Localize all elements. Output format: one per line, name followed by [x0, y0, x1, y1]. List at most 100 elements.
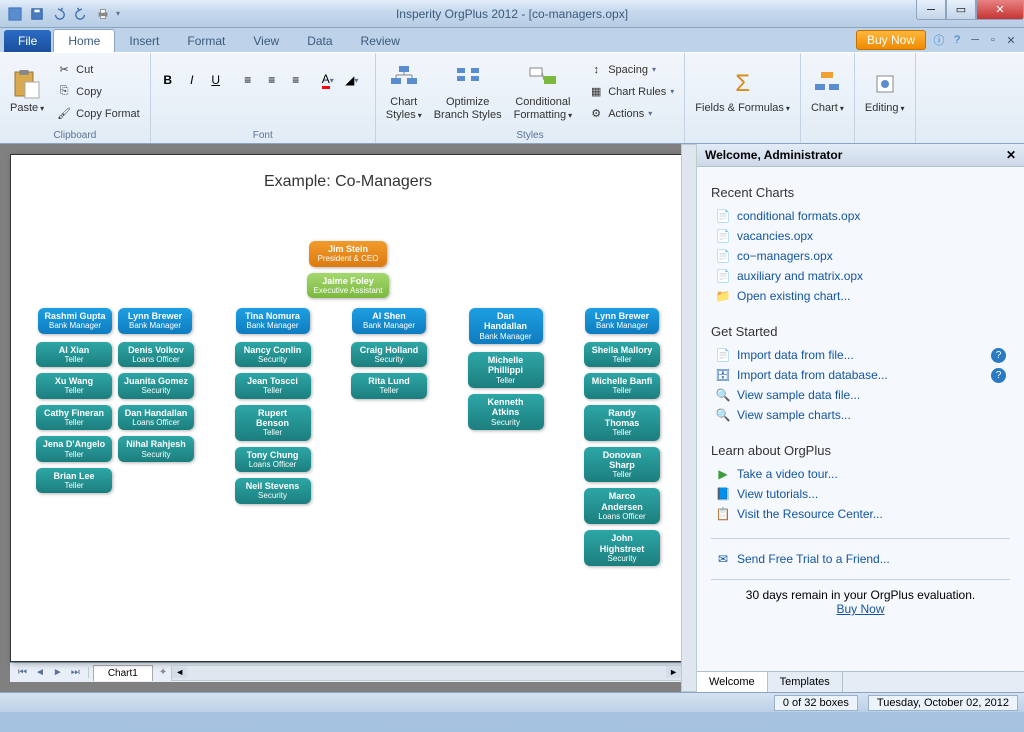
sheet-first-icon[interactable]: ⏮	[14, 667, 31, 678]
org-node[interactable]: Nancy ConlinSecurity	[235, 342, 311, 368]
actions-button[interactable]: ⚙Actions	[584, 104, 678, 124]
org-node[interactable]: Tina NomuraBank Manager	[236, 308, 310, 334]
open-existing-link[interactable]: 📁Open existing chart...	[711, 286, 1010, 306]
sheet-prev-icon[interactable]: ◄	[31, 667, 49, 678]
tab-view[interactable]: View	[239, 30, 293, 52]
tutorials-link[interactable]: 📘View tutorials...	[711, 484, 1010, 504]
vertical-scrollbar[interactable]	[681, 144, 697, 692]
editing-button[interactable]: Editing	[861, 66, 909, 116]
underline-button[interactable]: U	[205, 69, 227, 91]
chart-rules-button[interactable]: ▦Chart Rules	[584, 82, 678, 102]
org-node[interactable]: Cathy FineranTeller	[36, 405, 112, 431]
resource-center-link[interactable]: 📋Visit the Resource Center...	[711, 504, 1010, 524]
help-badge-icon[interactable]: ?	[991, 348, 1006, 363]
print-icon[interactable]	[94, 5, 112, 23]
ceo-node[interactable]: Jim SteinPresident & CEO	[309, 241, 387, 267]
org-node[interactable]: Al XianTeller	[36, 342, 112, 368]
minimize-button[interactable]: ─	[916, 0, 946, 20]
info-icon[interactable]: ⓘ	[932, 33, 946, 47]
recent-chart-link[interactable]: 📄conditional formats.opx	[711, 206, 1010, 226]
org-node[interactable]: Dan HandallanBank Manager	[469, 308, 543, 344]
org-node[interactable]: Michelle BanfiTeller	[584, 373, 660, 399]
org-node[interactable]: Sheila MalloryTeller	[584, 342, 660, 368]
recent-chart-link[interactable]: 📄auxiliary and matrix.opx	[711, 266, 1010, 286]
org-node[interactable]: Donovan SharpTeller	[584, 447, 660, 483]
cut-button[interactable]: ✂Cut	[52, 60, 144, 80]
sample-charts-link[interactable]: 🔍View sample charts...	[711, 405, 1010, 425]
recent-chart-link[interactable]: 📄vacancies.opx	[711, 226, 1010, 246]
org-node[interactable]: Lynn BrewerBank Manager	[118, 308, 192, 334]
copy-format-button[interactable]: 🖌Copy Format	[52, 104, 144, 124]
tab-data[interactable]: Data	[293, 30, 346, 52]
help-icon[interactable]: ?	[950, 33, 964, 47]
org-node[interactable]: Michelle PhillippiTeller	[468, 352, 544, 388]
org-node[interactable]: Al ShenBank Manager	[352, 308, 426, 334]
save-icon[interactable]	[28, 5, 46, 23]
chart-canvas[interactable]: Example: Co-Managers Jim SteinPresident …	[10, 154, 686, 662]
file-tab[interactable]: File	[4, 30, 51, 52]
bold-button[interactable]: B	[157, 69, 179, 91]
org-node[interactable]: Xu WangTeller	[36, 373, 112, 399]
horizontal-scrollbar[interactable]	[171, 665, 682, 681]
panel-tab-templates[interactable]: Templates	[768, 672, 843, 692]
copy-button[interactable]: ⎘Copy	[52, 82, 144, 102]
org-node[interactable]: Dan HandallanLoans Officer	[118, 405, 194, 431]
chart-styles-button[interactable]: Chart Styles	[382, 60, 426, 122]
close-button[interactable]: ✕	[976, 0, 1024, 20]
help-badge-icon[interactable]: ?	[991, 368, 1006, 383]
org-node[interactable]: Neil StevensSecurity	[235, 478, 311, 504]
tab-review[interactable]: Review	[347, 30, 414, 52]
org-node[interactable]: John HighstreetSecurity	[584, 530, 660, 566]
org-node[interactable]: Tony ChungLoans Officer	[235, 447, 311, 473]
recent-chart-link[interactable]: 📄co−managers.opx	[711, 246, 1010, 266]
tab-insert[interactable]: Insert	[115, 30, 173, 52]
align-center-button[interactable]: ≡	[261, 69, 283, 91]
org-node[interactable]: Marco AndersenLoans Officer	[584, 488, 660, 524]
minimize-ribbon-icon[interactable]: ─	[968, 33, 982, 47]
undo-icon[interactable]	[50, 5, 68, 23]
org-node[interactable]: Denis VolkovLoans Officer	[118, 342, 194, 368]
sheet-next-icon[interactable]: ►	[49, 667, 67, 678]
tab-home[interactable]: Home	[53, 29, 115, 52]
panel-tab-welcome[interactable]: Welcome	[697, 672, 768, 692]
font-color-button[interactable]: A	[317, 69, 339, 91]
eval-buy-link[interactable]: Buy Now	[711, 602, 1010, 616]
send-trial-link[interactable]: ✉Send Free Trial to a Friend...	[711, 549, 1010, 569]
chart-button[interactable]: Chart	[807, 66, 848, 116]
sheet-tab-chart1[interactable]: Chart1	[93, 665, 153, 681]
org-node[interactable]: Jena D'AngeloTeller	[36, 436, 112, 462]
restore-window-icon[interactable]: ▫	[986, 33, 1000, 47]
org-node[interactable]: Nihal RahjeshSecurity	[118, 436, 194, 462]
spacing-button[interactable]: ↕Spacing	[584, 60, 678, 80]
assistant-node[interactable]: Jaime FoleyExecutive Assistant	[307, 273, 389, 299]
org-node[interactable]: Lynn BrewerBank Manager	[585, 308, 659, 334]
org-node[interactable]: Rashmi GuptaBank Manager	[38, 308, 112, 334]
org-node[interactable]: Kenneth AtkinsSecurity	[468, 394, 544, 430]
optimize-branch-button[interactable]: Optimize Branch Styles	[430, 60, 506, 122]
sheet-last-icon[interactable]: ⏭	[67, 667, 84, 678]
panel-close-icon[interactable]: ✕	[1006, 148, 1016, 162]
org-node[interactable]: Rupert BensonTeller	[235, 405, 311, 441]
maximize-button[interactable]: ▭	[946, 0, 976, 20]
redo-icon[interactable]	[72, 5, 90, 23]
import-db-link[interactable]: 🗄Import data from database...?	[711, 365, 1010, 385]
qat-dropdown-icon[interactable]: ▾	[116, 9, 120, 18]
org-node[interactable]: Juanita GomezSecurity	[118, 373, 194, 399]
app-menu-icon[interactable]	[6, 5, 24, 23]
sample-data-link[interactable]: 🔍View sample data file...	[711, 385, 1010, 405]
org-node[interactable]: Craig HollandSecurity	[351, 342, 427, 368]
align-left-button[interactable]: ≡	[237, 69, 259, 91]
import-file-link[interactable]: 📄Import data from file...?	[711, 345, 1010, 365]
fields-formulas-button[interactable]: ΣFields & Formulas	[691, 66, 794, 116]
tab-format[interactable]: Format	[173, 30, 239, 52]
buy-now-button[interactable]: Buy Now	[856, 30, 926, 50]
fill-color-button[interactable]: ◢	[341, 69, 363, 91]
org-node[interactable]: Brian LeeTeller	[36, 468, 112, 494]
org-node[interactable]: Rita LundTeller	[351, 373, 427, 399]
org-node[interactable]: Randy ThomasTeller	[584, 405, 660, 441]
italic-button[interactable]: I	[181, 69, 203, 91]
conditional-formatting-button[interactable]: Conditional Formatting	[510, 60, 577, 122]
video-tour-link[interactable]: ▶Take a video tour...	[711, 464, 1010, 484]
new-sheet-icon[interactable]: ✦	[159, 667, 167, 678]
close-doc-icon[interactable]: ✕	[1004, 33, 1018, 47]
